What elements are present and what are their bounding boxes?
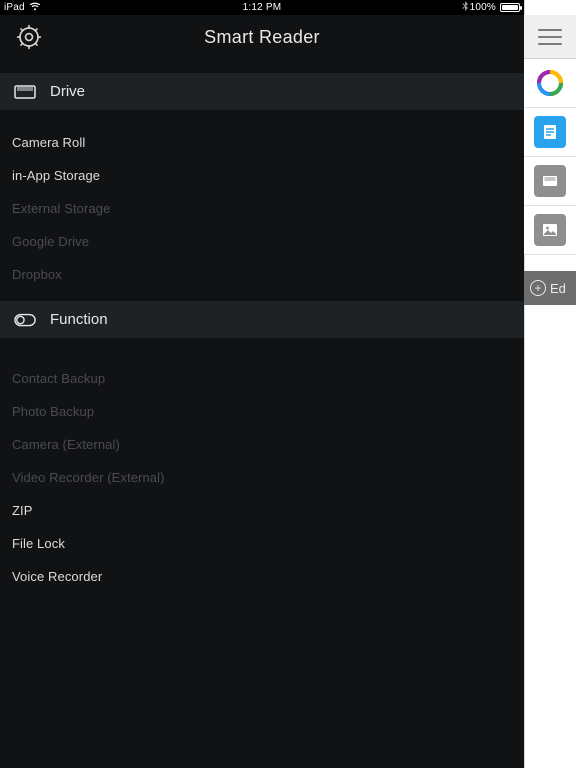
gear-icon: [16, 24, 42, 50]
list-item: Dropbox: [0, 258, 524, 291]
list-item[interactable]: Voice Recorder: [0, 560, 524, 593]
status-time: 1:12 PM: [0, 2, 524, 13]
toggle-icon: [14, 313, 36, 327]
edit-label: Ed: [550, 281, 566, 296]
hamburger-icon: [538, 29, 562, 45]
edit-button[interactable]: + Ed: [524, 271, 576, 305]
list-item[interactable]: in-App Storage: [0, 159, 524, 192]
drive-icon: [14, 83, 36, 101]
color-wheel-icon: [534, 67, 566, 99]
section-header-drive[interactable]: Drive: [0, 73, 524, 110]
list-item: Contact Backup: [0, 362, 524, 395]
section-label: Function: [50, 311, 108, 328]
section-header-function[interactable]: Function: [0, 301, 524, 338]
sidebar-btn-storage[interactable]: [524, 157, 576, 206]
battery-icon: [500, 3, 520, 12]
sidebar-btn-photo[interactable]: [524, 206, 576, 255]
menu-panel: iPad 1:12 PM 100% Smart Reader: [0, 0, 524, 768]
section-label: Drive: [50, 83, 85, 100]
settings-button[interactable]: [14, 22, 44, 52]
list-item: Google Drive: [0, 225, 524, 258]
plus-circle-icon: +: [530, 280, 546, 296]
hamburger-button[interactable]: [524, 15, 576, 59]
status-bar: iPad 1:12 PM 100%: [0, 0, 524, 15]
panel-header: Smart Reader: [0, 15, 524, 59]
list-item: Photo Backup: [0, 395, 524, 428]
storage-icon: [534, 165, 566, 197]
list-item: Video Recorder (External): [0, 461, 524, 494]
document-icon: [534, 116, 566, 148]
sidebar-btn-color[interactable]: [524, 59, 576, 108]
list-item: Camera (External): [0, 428, 524, 461]
list-item[interactable]: Camera Roll: [0, 126, 524, 159]
photo-icon: [534, 214, 566, 246]
drive-list: Camera Rollin-App StorageExternal Storag…: [0, 126, 524, 291]
page-title: Smart Reader: [204, 27, 320, 48]
list-item[interactable]: ZIP: [0, 494, 524, 527]
sidebar-btn-document[interactable]: [524, 108, 576, 157]
list-item[interactable]: File Lock: [0, 527, 524, 560]
sidebar-buttons: [524, 59, 576, 255]
list-item: External Storage: [0, 192, 524, 225]
bluetooth-icon: [462, 1, 468, 14]
function-list: Contact BackupPhoto BackupCamera (Extern…: [0, 362, 524, 593]
